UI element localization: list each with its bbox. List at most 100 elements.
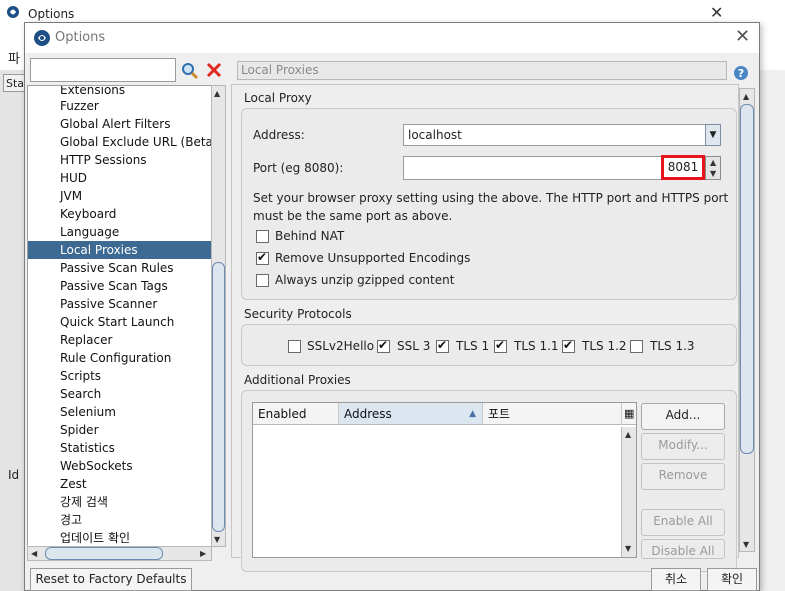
spin-up-icon[interactable]: ▲ bbox=[710, 158, 716, 168]
remove-unsupported-encodings-checkbox[interactable]: ✔ bbox=[256, 250, 269, 265]
proxy-note-line2: must be the same port as above. bbox=[253, 209, 453, 223]
tree-item-alerts[interactable]: 경고 bbox=[60, 511, 82, 529]
dialog-close-icon[interactable]: ✕ bbox=[735, 26, 750, 47]
panel-title: Local Proxies bbox=[237, 61, 727, 80]
enable-all-button[interactable]: Enable All bbox=[641, 509, 725, 536]
sslv2hello-label: SSLv2Hello bbox=[307, 339, 375, 353]
tree-item-keyboard[interactable]: Keyboard bbox=[60, 205, 116, 223]
tree-item-global-exclude-url[interactable]: Global Exclude URL (Beta) bbox=[60, 133, 211, 151]
tree-item-local-proxies[interactable]: Local Proxies bbox=[28, 241, 211, 259]
column-chooser-icon[interactable]: ▦ bbox=[622, 403, 636, 425]
tls11-checkbox[interactable]: ✔ bbox=[494, 338, 507, 353]
tree-item-global-alert-filters[interactable]: Global Alert Filters bbox=[60, 115, 170, 133]
background-window-titlebar bbox=[0, 0, 785, 24]
local-proxy-section-title: Local Proxy bbox=[244, 91, 312, 105]
tree-item-passive-scanner[interactable]: Passive Scanner bbox=[60, 295, 157, 313]
chevron-down-icon[interactable]: ▼ bbox=[705, 124, 721, 146]
dialog-titlebar bbox=[25, 23, 759, 53]
tree-item-jvm[interactable]: JVM bbox=[60, 187, 82, 205]
sort-ascending-icon: ▲ bbox=[469, 409, 476, 419]
tls13-label: TLS 1.3 bbox=[650, 339, 695, 353]
tree-item-check-updates[interactable]: 업데이트 확인 bbox=[60, 529, 130, 546]
scroll-up-arrow-icon[interactable]: ▲ bbox=[625, 430, 631, 440]
behind-nat-label: Behind NAT bbox=[275, 229, 345, 243]
proxy-note-line1: Set your browser proxy setting using the… bbox=[253, 191, 729, 205]
scroll-up-arrow-icon[interactable]: ▲ bbox=[214, 89, 220, 99]
column-header-address-label: Address bbox=[344, 407, 392, 421]
tree-item-passive-scan-tags[interactable]: Passive Scan Tags bbox=[60, 277, 168, 295]
tree-item-websockets[interactable]: WebSockets bbox=[60, 457, 133, 475]
address-label: Address: bbox=[253, 128, 305, 142]
security-protocols-section-title: Security Protocols bbox=[244, 307, 352, 321]
disable-all-button[interactable]: Disable All bbox=[641, 539, 725, 559]
clear-search-icon[interactable] bbox=[205, 61, 223, 79]
tree-item-passive-scan-rules[interactable]: Passive Scan Rules bbox=[60, 259, 174, 277]
panel-vertical-scroll-thumb[interactable] bbox=[740, 104, 754, 454]
ssl3-label: SSL 3 bbox=[397, 339, 431, 353]
tls12-label: TLS 1.2 bbox=[582, 339, 627, 353]
remove-unsupported-encodings-label: Remove Unsupported Encodings bbox=[275, 251, 471, 265]
tree-item-quick-start-launch[interactable]: Quick Start Launch bbox=[60, 313, 174, 331]
ssl3-checkbox[interactable]: ✔ bbox=[377, 338, 390, 353]
scroll-left-arrow-icon[interactable]: ◀ bbox=[31, 549, 37, 559]
column-header-port[interactable]: 포트 bbox=[483, 403, 622, 425]
behind-nat-checkbox[interactable] bbox=[256, 230, 269, 243]
ok-button[interactable]: 확인 bbox=[707, 568, 757, 591]
zap-logo-icon bbox=[7, 6, 19, 18]
tree-horizontal-scroll-thumb[interactable] bbox=[45, 547, 163, 560]
column-header-address[interactable]: Address ▲ bbox=[339, 403, 483, 425]
port-value[interactable]: 8081 bbox=[661, 155, 705, 180]
background-list-column: Id bbox=[8, 468, 20, 482]
background-window-title: Options bbox=[28, 7, 75, 21]
tls12-checkbox[interactable]: ✔ bbox=[562, 338, 575, 353]
scroll-up-arrow-icon[interactable]: ▲ bbox=[743, 92, 749, 102]
tree-item-rule-configuration[interactable]: Rule Configuration bbox=[60, 349, 171, 367]
address-combobox[interactable]: localhost bbox=[403, 124, 706, 146]
always-unzip-label: Always unzip gzipped content bbox=[275, 273, 455, 287]
tree-item-selenium[interactable]: Selenium bbox=[60, 403, 116, 421]
checkmark-icon: ✔ bbox=[378, 338, 389, 352]
tree-item-statistics[interactable]: Statistics bbox=[60, 439, 115, 457]
column-header-enabled[interactable]: Enabled bbox=[253, 403, 339, 425]
always-unzip-checkbox[interactable] bbox=[256, 274, 269, 287]
tls13-checkbox[interactable] bbox=[630, 340, 643, 353]
options-search-input[interactable] bbox=[30, 58, 176, 82]
scroll-right-arrow-icon[interactable]: ▶ bbox=[200, 549, 206, 559]
background-close-icon[interactable]: ✕ bbox=[710, 3, 723, 22]
add-proxy-button[interactable]: Add... bbox=[641, 403, 725, 430]
sslv2hello-checkbox[interactable] bbox=[288, 340, 301, 353]
search-icon[interactable] bbox=[180, 61, 200, 81]
tree-vertical-scroll-thumb[interactable] bbox=[212, 262, 225, 532]
additional-proxies-table: Enabled Address ▲ 포트 ▦ bbox=[252, 402, 637, 558]
tree-item-zest[interactable]: Zest bbox=[60, 475, 87, 493]
scroll-down-arrow-icon[interactable]: ▼ bbox=[625, 544, 631, 554]
tls1-checkbox[interactable]: ✔ bbox=[436, 338, 449, 353]
tree-item-http-sessions[interactable]: HTTP Sessions bbox=[60, 151, 147, 169]
cancel-button[interactable]: 취소 bbox=[651, 568, 701, 591]
zap-logo-icon bbox=[34, 30, 50, 46]
checkmark-icon: ✔ bbox=[495, 338, 506, 352]
tree-item-scripts[interactable]: Scripts bbox=[60, 367, 101, 385]
port-label: Port (eg 8080): bbox=[253, 161, 344, 175]
tree-item-language[interactable]: Language bbox=[60, 223, 119, 241]
port-spinner[interactable]: ▲ ▼ bbox=[705, 156, 721, 180]
tree-item-replacer[interactable]: Replacer bbox=[60, 331, 112, 349]
background-menu-fragment[interactable]: 파 bbox=[8, 48, 20, 67]
tree-item-search[interactable]: Search bbox=[60, 385, 101, 403]
background-right-panel bbox=[759, 70, 785, 591]
spin-down-icon[interactable]: ▼ bbox=[710, 169, 716, 179]
scroll-down-arrow-icon[interactable]: ▼ bbox=[743, 540, 749, 550]
remove-proxy-button[interactable]: Remove bbox=[641, 463, 725, 490]
tls1-label: TLS 1 bbox=[456, 339, 490, 353]
help-icon[interactable]: ? bbox=[733, 65, 749, 81]
tree-item-fuzzer[interactable]: Fuzzer bbox=[60, 97, 99, 115]
tree-item-forced-browse[interactable]: 강제 검색 bbox=[60, 493, 108, 511]
scroll-down-arrow-icon[interactable]: ▼ bbox=[214, 535, 220, 545]
table-vertical-scrollbar[interactable] bbox=[621, 427, 636, 557]
dialog-title: Options bbox=[55, 30, 106, 45]
background-left-panel bbox=[0, 70, 27, 591]
reset-factory-defaults-button[interactable]: Reset to Factory Defaults bbox=[30, 568, 192, 591]
modify-proxy-button[interactable]: Modify... bbox=[641, 433, 725, 460]
tree-item-hud[interactable]: HUD bbox=[60, 169, 87, 187]
tree-item-spider[interactable]: Spider bbox=[60, 421, 99, 439]
